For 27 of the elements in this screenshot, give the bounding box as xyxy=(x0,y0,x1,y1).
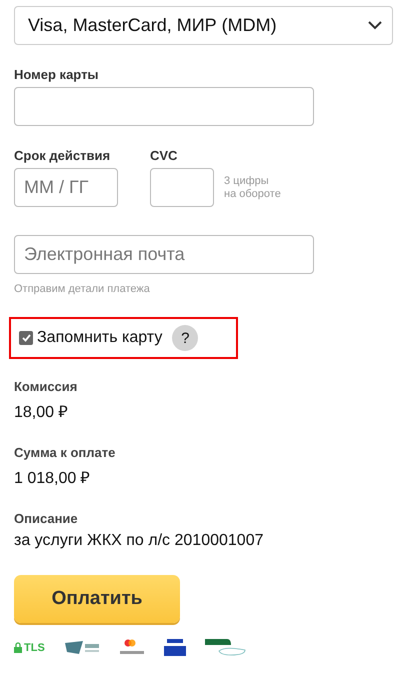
summary-label: Комиссия xyxy=(14,379,78,394)
cvc-field[interactable] xyxy=(150,168,214,207)
summary-label: Сумма к оплате xyxy=(14,445,116,460)
mir-logo xyxy=(204,639,247,656)
pay-button[interactable]: Оплатить xyxy=(14,575,180,623)
chevron-icon xyxy=(368,21,382,30)
summary-value: 1 018,00 ₽ xyxy=(14,469,91,488)
cvc-hint: 3 цифры xyxy=(224,174,270,188)
email-field[interactable]: Электронная почта xyxy=(14,235,314,274)
payment-system-select[interactable]: Visa, MasterCard, МИР (MDM) xyxy=(14,6,393,45)
email-hint: Отправим детали платежа xyxy=(14,283,151,296)
checkbox[interactable] xyxy=(19,331,33,345)
tls-badge: TLS xyxy=(14,642,45,654)
field-label: Номер карты xyxy=(14,67,100,82)
card-number-field[interactable] xyxy=(14,87,314,126)
field-label: CVC xyxy=(150,148,178,163)
help-button[interactable]: ? xyxy=(172,325,198,351)
checkbox-label: Запомнить карту xyxy=(37,329,162,347)
field-label: Срок действия xyxy=(14,148,112,163)
pci-logo xyxy=(62,640,101,655)
summary-value: за услуги ЖКХ по л/с 2010001007 xyxy=(14,532,264,550)
cvc-hint: на обороте xyxy=(224,188,281,200)
summary-value: 18,00 ₽ xyxy=(14,403,68,422)
visa-logo xyxy=(162,639,187,656)
mastercard-logo xyxy=(118,639,145,656)
expiry-field[interactable]: ММ / ГГ xyxy=(14,168,118,207)
summary-label: Описание xyxy=(14,511,79,526)
